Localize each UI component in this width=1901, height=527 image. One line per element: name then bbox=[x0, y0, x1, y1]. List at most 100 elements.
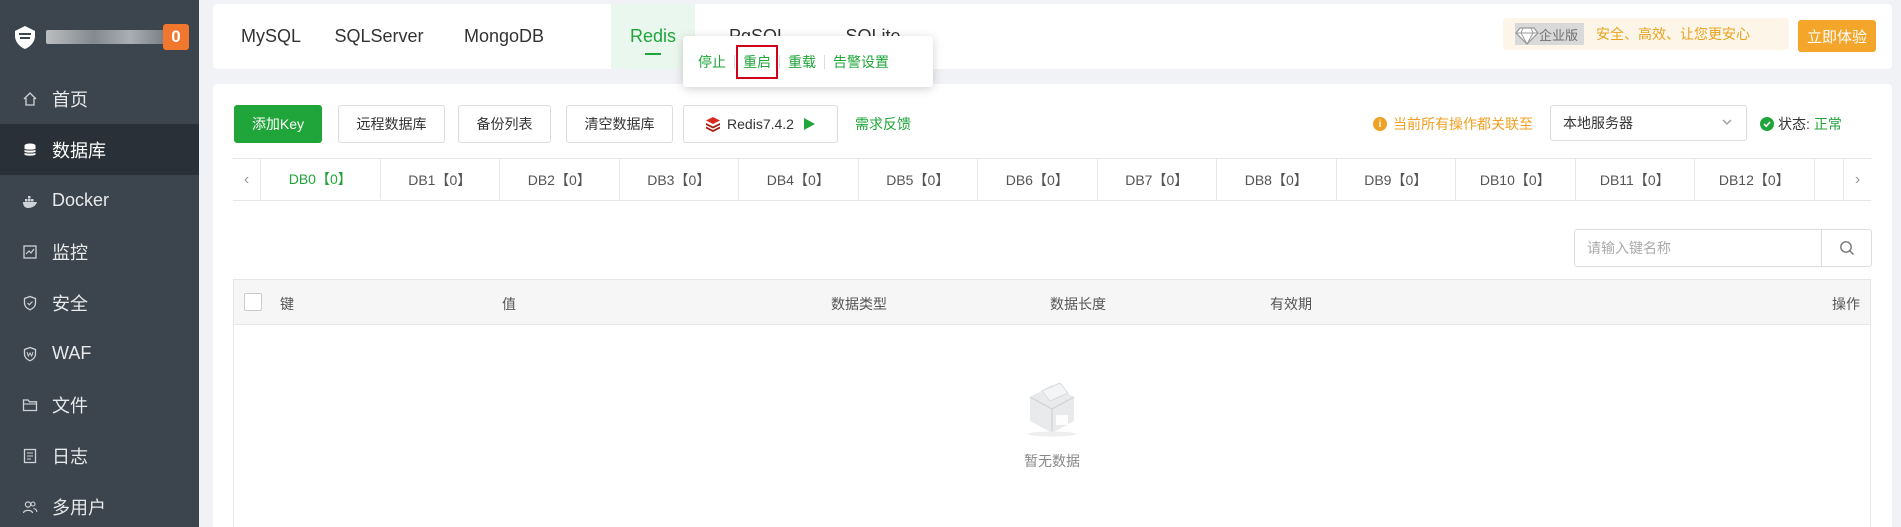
enterprise-tag: 企业版 bbox=[1515, 23, 1585, 46]
divider bbox=[734, 54, 735, 69]
tab-mongodb[interactable]: MongoDB bbox=[440, 4, 568, 69]
remote-database-button[interactable]: 远程数据库 bbox=[338, 105, 445, 143]
sidebar-item-label: Docker bbox=[52, 190, 110, 210]
sidebar-item-label: 数据库 bbox=[52, 140, 106, 161]
tab-db3[interactable]: DB3【0】 bbox=[620, 159, 739, 200]
sidebar-item-home[interactable]: 首页 bbox=[0, 73, 199, 124]
select-all-checkbox[interactable] bbox=[244, 293, 262, 311]
reload-service-button[interactable]: 重载 bbox=[788, 52, 816, 72]
divider bbox=[779, 54, 780, 69]
database-icon bbox=[22, 142, 38, 158]
play-icon bbox=[803, 118, 815, 130]
tab-db7[interactable]: DB7【0】 bbox=[1098, 159, 1217, 200]
tab-db4[interactable]: DB4【0】 bbox=[739, 159, 859, 200]
sidebar-item-label: 多用户 bbox=[52, 497, 106, 518]
message-badge[interactable]: 0 bbox=[163, 24, 189, 50]
tab-db6[interactable]: DB6【0】 bbox=[978, 159, 1098, 200]
folder-icon bbox=[22, 397, 38, 413]
server-select[interactable]: 本地服务器 bbox=[1550, 105, 1747, 141]
key-search-input[interactable] bbox=[1575, 230, 1821, 266]
log-icon bbox=[22, 448, 38, 464]
column-key: 键 bbox=[280, 296, 294, 312]
sidebar-item-label: 日志 bbox=[52, 446, 88, 467]
sidebar-item-log[interactable]: 日志 bbox=[0, 430, 199, 481]
sidebar-nav: 首页数据库 Docker 监控安全 WAF 文件日志多用户 bbox=[0, 73, 199, 527]
db-index-tabs: ‹ DB0【0】 DB1【0】 DB2【0】 DB3【0】 DB4【0】 DB5【0】 DB… bbox=[233, 158, 1871, 201]
tab-db1[interactable]: DB1【0】 bbox=[381, 159, 500, 200]
column-ttl: 有效期 bbox=[1270, 296, 1312, 312]
sidebar-header: 0 bbox=[0, 0, 199, 73]
search-button[interactable] bbox=[1821, 230, 1871, 266]
home-icon bbox=[22, 91, 38, 107]
tab-db2[interactable]: DB2【0】 bbox=[500, 159, 620, 200]
tab-db5[interactable]: DB5【0】 bbox=[859, 159, 978, 200]
info-icon: i bbox=[1373, 117, 1387, 131]
database-type-tabs: MySQL SQLServer MongoDB Redis PgSQL SQLi… bbox=[213, 4, 1892, 69]
enterprise-slogan: 安全、高效、让您更安心 bbox=[1596, 26, 1751, 42]
sidebar-item-database[interactable]: 数据库 bbox=[0, 124, 199, 175]
sidebar-item-monitor[interactable]: 监控 bbox=[0, 226, 199, 277]
key-search bbox=[1574, 229, 1872, 267]
tab-mysql[interactable]: MySQL bbox=[223, 4, 319, 69]
sidebar-item-waf-shield[interactable]: WAF bbox=[0, 328, 199, 379]
clear-database-button[interactable]: 清空数据库 bbox=[566, 105, 673, 143]
logo-icon bbox=[15, 25, 35, 49]
sidebar-item-folder[interactable]: 文件 bbox=[0, 379, 199, 430]
status-value: 正常 bbox=[1813, 116, 1842, 132]
sidebar-item-label: 安全 bbox=[52, 293, 88, 314]
column-data-type: 数据类型 bbox=[831, 296, 887, 312]
divider bbox=[824, 54, 825, 69]
chevron-right-icon[interactable]: › bbox=[1843, 159, 1871, 200]
enterprise-tag-label: 企业版 bbox=[1539, 27, 1579, 43]
redis-version-button[interactable]: Redis7.4.2 bbox=[683, 105, 838, 143]
try-now-button[interactable]: 立即体验 bbox=[1798, 20, 1876, 52]
stop-service-button[interactable]: 停止 bbox=[698, 52, 726, 72]
tab-db9[interactable]: DB9【0】 bbox=[1337, 159, 1456, 200]
search-icon bbox=[1839, 241, 1854, 255]
status-label: 状态: bbox=[1778, 116, 1810, 132]
operation-notice: i 当前所有操作都关联至 bbox=[1373, 114, 1533, 134]
tab-db11[interactable]: DB11【0】 bbox=[1576, 159, 1695, 200]
empty-box-icon bbox=[1028, 382, 1076, 437]
blurred-server-name bbox=[46, 29, 166, 44]
sidebar-item-shield[interactable]: 安全 bbox=[0, 277, 199, 328]
alert-settings-button[interactable]: 告警设置 bbox=[833, 52, 889, 72]
enterprise-banner[interactable]: 企业版 安全、高效、让您更安心 bbox=[1503, 18, 1789, 50]
diamond-icon bbox=[1515, 27, 1539, 46]
tab-db12[interactable]: DB12【0】 bbox=[1695, 159, 1815, 200]
sidebar-item-label: 监控 bbox=[52, 242, 88, 263]
sidebar-item-users[interactable]: 多用户 bbox=[0, 481, 199, 527]
column-value: 值 bbox=[502, 296, 516, 312]
sidebar-item-docker[interactable]: Docker bbox=[0, 175, 199, 226]
feedback-link[interactable]: 需求反馈 bbox=[855, 114, 911, 134]
monitor-icon bbox=[22, 244, 38, 260]
notice-text: 当前所有操作都关联至 bbox=[1393, 116, 1533, 132]
waf-shield-icon bbox=[22, 346, 38, 362]
chevron-left-icon[interactable]: ‹ bbox=[233, 159, 261, 200]
column-actions: 操作 bbox=[1832, 296, 1860, 312]
tab-db10[interactable]: DB10【0】 bbox=[1456, 159, 1576, 200]
column-data-length: 数据长度 bbox=[1050, 296, 1106, 312]
keys-table: 键 值 数据类型 数据长度 有效期 操作 暂无数据 bbox=[233, 279, 1871, 527]
redis-service-popover: 停止 重启 重载 告警设置 bbox=[683, 36, 933, 87]
empty-state: 暂无数据 bbox=[234, 375, 1870, 471]
sidebar-item-label: WAF bbox=[52, 343, 92, 363]
restart-service-button[interactable]: 重启 bbox=[736, 44, 778, 79]
shield-icon bbox=[22, 295, 38, 311]
check-circle-icon bbox=[1760, 117, 1774, 131]
tab-db0[interactable]: DB0【0】 bbox=[261, 159, 381, 200]
service-status: 状态: 正常 bbox=[1760, 114, 1842, 134]
add-key-button[interactable]: 添加Key bbox=[234, 105, 322, 143]
db-tab-list: DB0【0】 DB1【0】 DB2【0】 DB3【0】 DB4【0】 DB5【0】 DB6【… bbox=[261, 159, 1815, 200]
redis-panel: 添加Key 远程数据库 备份列表 清空数据库 Redis7.4.2 需求反馈 i… bbox=[213, 84, 1892, 527]
server-select-value: 本地服务器 bbox=[1563, 115, 1633, 131]
docker-icon bbox=[22, 193, 38, 209]
backup-list-button[interactable]: 备份列表 bbox=[458, 105, 551, 143]
chevron-down-icon bbox=[1722, 119, 1732, 125]
sidebar-item-label: 文件 bbox=[52, 395, 88, 416]
tab-db8[interactable]: DB8【0】 bbox=[1217, 159, 1337, 200]
users-icon bbox=[22, 499, 38, 515]
tab-sqlserver[interactable]: SQLServer bbox=[315, 4, 443, 69]
sidebar-item-label: 首页 bbox=[52, 89, 88, 110]
empty-text: 暂无数据 bbox=[1024, 453, 1080, 469]
